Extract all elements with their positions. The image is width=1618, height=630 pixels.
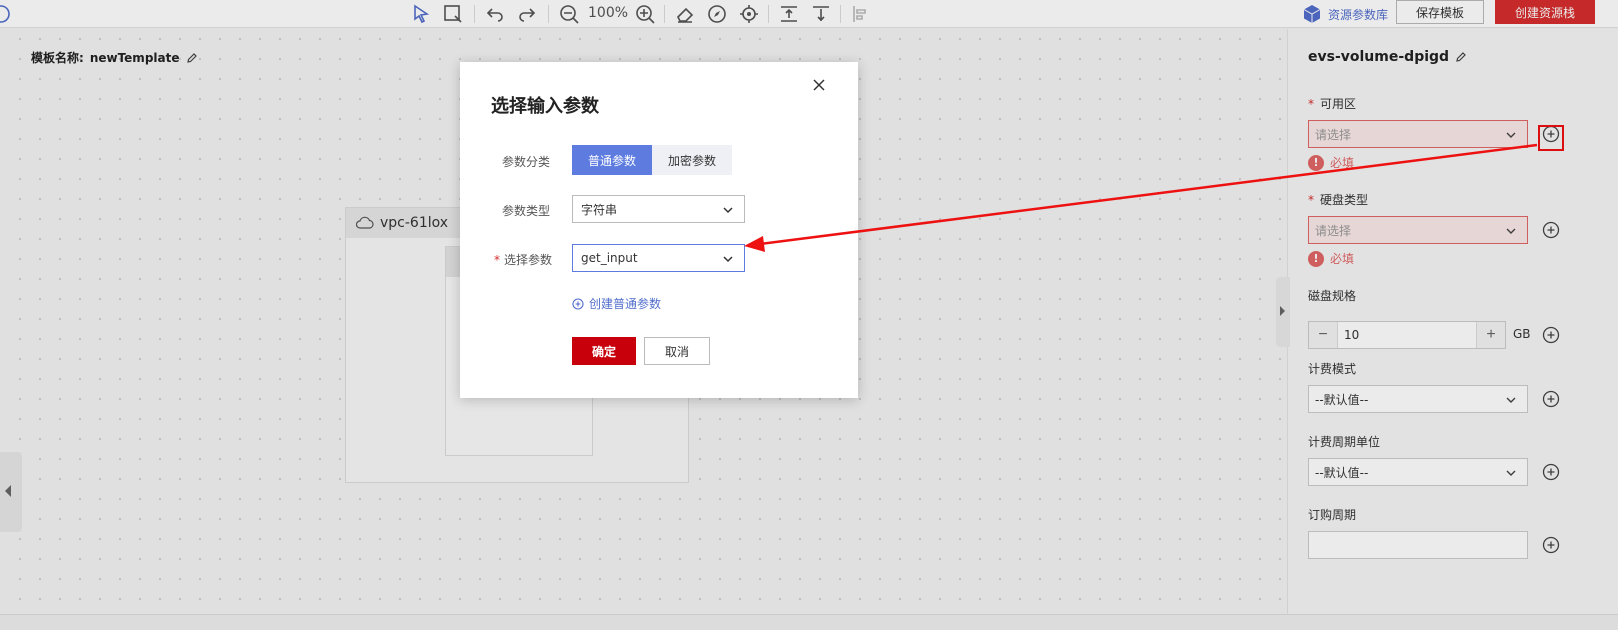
confirm-button[interactable]: 确定 [572,337,636,365]
close-icon [813,79,825,91]
chevron-down-icon [723,207,733,214]
category-secret-button[interactable]: 加密参数 [652,145,732,175]
chevron-down-icon [723,256,733,263]
select-input-param-dialog: 选择输入参数 参数分类 普通参数 加密参数 参数类型 字符串 * 选择参数 get… [460,62,858,398]
param-value: get_input [581,251,638,265]
cancel-button[interactable]: 取消 [644,337,710,365]
dialog-title: 选择输入参数 [491,96,599,117]
category-label: 参数分类 [502,155,551,169]
param-select[interactable]: get_input [572,244,745,272]
category-normal-button[interactable]: 普通参数 [572,145,652,175]
type-select[interactable]: 字符串 [572,195,745,223]
category-segmented-control: 普通参数 加密参数 [572,145,732,175]
create-normal-param-link[interactable]: 创建普通参数 [572,295,661,312]
type-value: 字符串 [581,202,618,217]
create-normal-param-label: 创建普通参数 [589,297,662,311]
type-label: 参数类型 [502,204,551,218]
param-label: * 选择参数 [494,253,553,267]
plus-circle-icon [572,297,584,310]
close-button[interactable] [810,76,828,94]
